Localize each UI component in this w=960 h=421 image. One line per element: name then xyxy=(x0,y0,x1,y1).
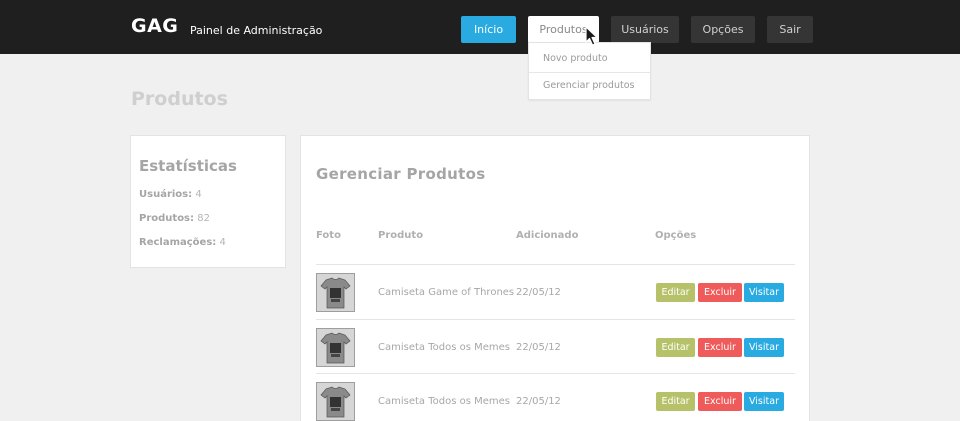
stat-usuarios: Usuários: 4 xyxy=(139,189,202,200)
stat-value: 4 xyxy=(195,189,202,200)
stats-panel: Estatísticas Usuários: 4 Produtos: 82 Re… xyxy=(130,135,286,268)
delete-button[interactable]: Excluir xyxy=(698,392,742,411)
table-row: Camiseta Todos os Memes 22/05/12 Editar … xyxy=(301,374,809,421)
tshirt-thumbnail-icon xyxy=(316,273,355,312)
stat-value: 82 xyxy=(197,213,210,224)
nav-usuarios-button[interactable]: Usuários xyxy=(611,16,679,43)
stat-produtos: Produtos: 82 xyxy=(139,213,210,224)
panel-title: Gerenciar Produtos xyxy=(316,165,486,183)
stat-value: 4 xyxy=(219,237,226,248)
column-header-opcoes: Opções xyxy=(655,230,697,241)
product-name: Camiseta Todos os Memes xyxy=(378,342,510,353)
stat-reclamacoes: Reclamações: 4 xyxy=(139,237,226,248)
stat-label: Usuários: xyxy=(139,189,193,200)
visit-button[interactable]: Visitar xyxy=(744,283,784,302)
top-bar: GAG Painel de Administração Início Produ… xyxy=(0,0,960,54)
nav-inicio-button[interactable]: Início xyxy=(461,16,516,43)
dropdown-divider xyxy=(529,72,650,73)
column-header-adicionado: Adicionado xyxy=(516,230,579,241)
stat-label: Reclamações: xyxy=(139,237,217,248)
delete-button[interactable]: Excluir xyxy=(698,338,742,357)
visit-button[interactable]: Visitar xyxy=(744,338,784,357)
page-title: Produtos xyxy=(131,88,228,110)
edit-button[interactable]: Editar xyxy=(656,392,695,411)
edit-button[interactable]: Editar xyxy=(656,338,695,357)
stat-label: Produtos: xyxy=(139,213,195,224)
tshirt-thumbnail-icon xyxy=(316,382,355,421)
nav-opcoes-button[interactable]: Opções xyxy=(691,16,755,43)
dropdown-item-novo-produto[interactable]: Novo produto xyxy=(543,53,608,64)
logo[interactable]: GAG xyxy=(131,15,178,37)
table-row: Camiseta Game of Thrones 22/05/12 Editar… xyxy=(301,265,809,319)
product-date: 22/05/12 xyxy=(516,342,561,353)
visit-button[interactable]: Visitar xyxy=(744,392,784,411)
produtos-dropdown: Novo produto Gerenciar produtos xyxy=(528,42,651,100)
column-header-produto: Produto xyxy=(378,230,424,241)
product-name: Camiseta Game of Thrones xyxy=(378,287,515,298)
column-header-foto: Foto xyxy=(316,230,341,241)
admin-subtitle: Painel de Administração xyxy=(190,24,323,37)
tshirt-thumbnail-icon xyxy=(316,328,355,367)
stats-title: Estatísticas xyxy=(139,157,237,175)
manage-products-panel: Gerenciar Produtos Foto Produto Adiciona… xyxy=(300,135,810,421)
table-row: Camiseta Todos os Memes 22/05/12 Editar … xyxy=(301,320,809,374)
nav-sair-button[interactable]: Sair xyxy=(767,16,813,43)
product-date: 22/05/12 xyxy=(516,396,561,407)
dropdown-item-gerenciar-produtos[interactable]: Gerenciar produtos xyxy=(543,80,634,91)
edit-button[interactable]: Editar xyxy=(656,283,695,302)
delete-button[interactable]: Excluir xyxy=(698,283,742,302)
product-date: 22/05/12 xyxy=(516,287,561,298)
mouse-pointer-icon xyxy=(585,26,598,46)
product-name: Camiseta Todos os Memes xyxy=(378,396,510,407)
